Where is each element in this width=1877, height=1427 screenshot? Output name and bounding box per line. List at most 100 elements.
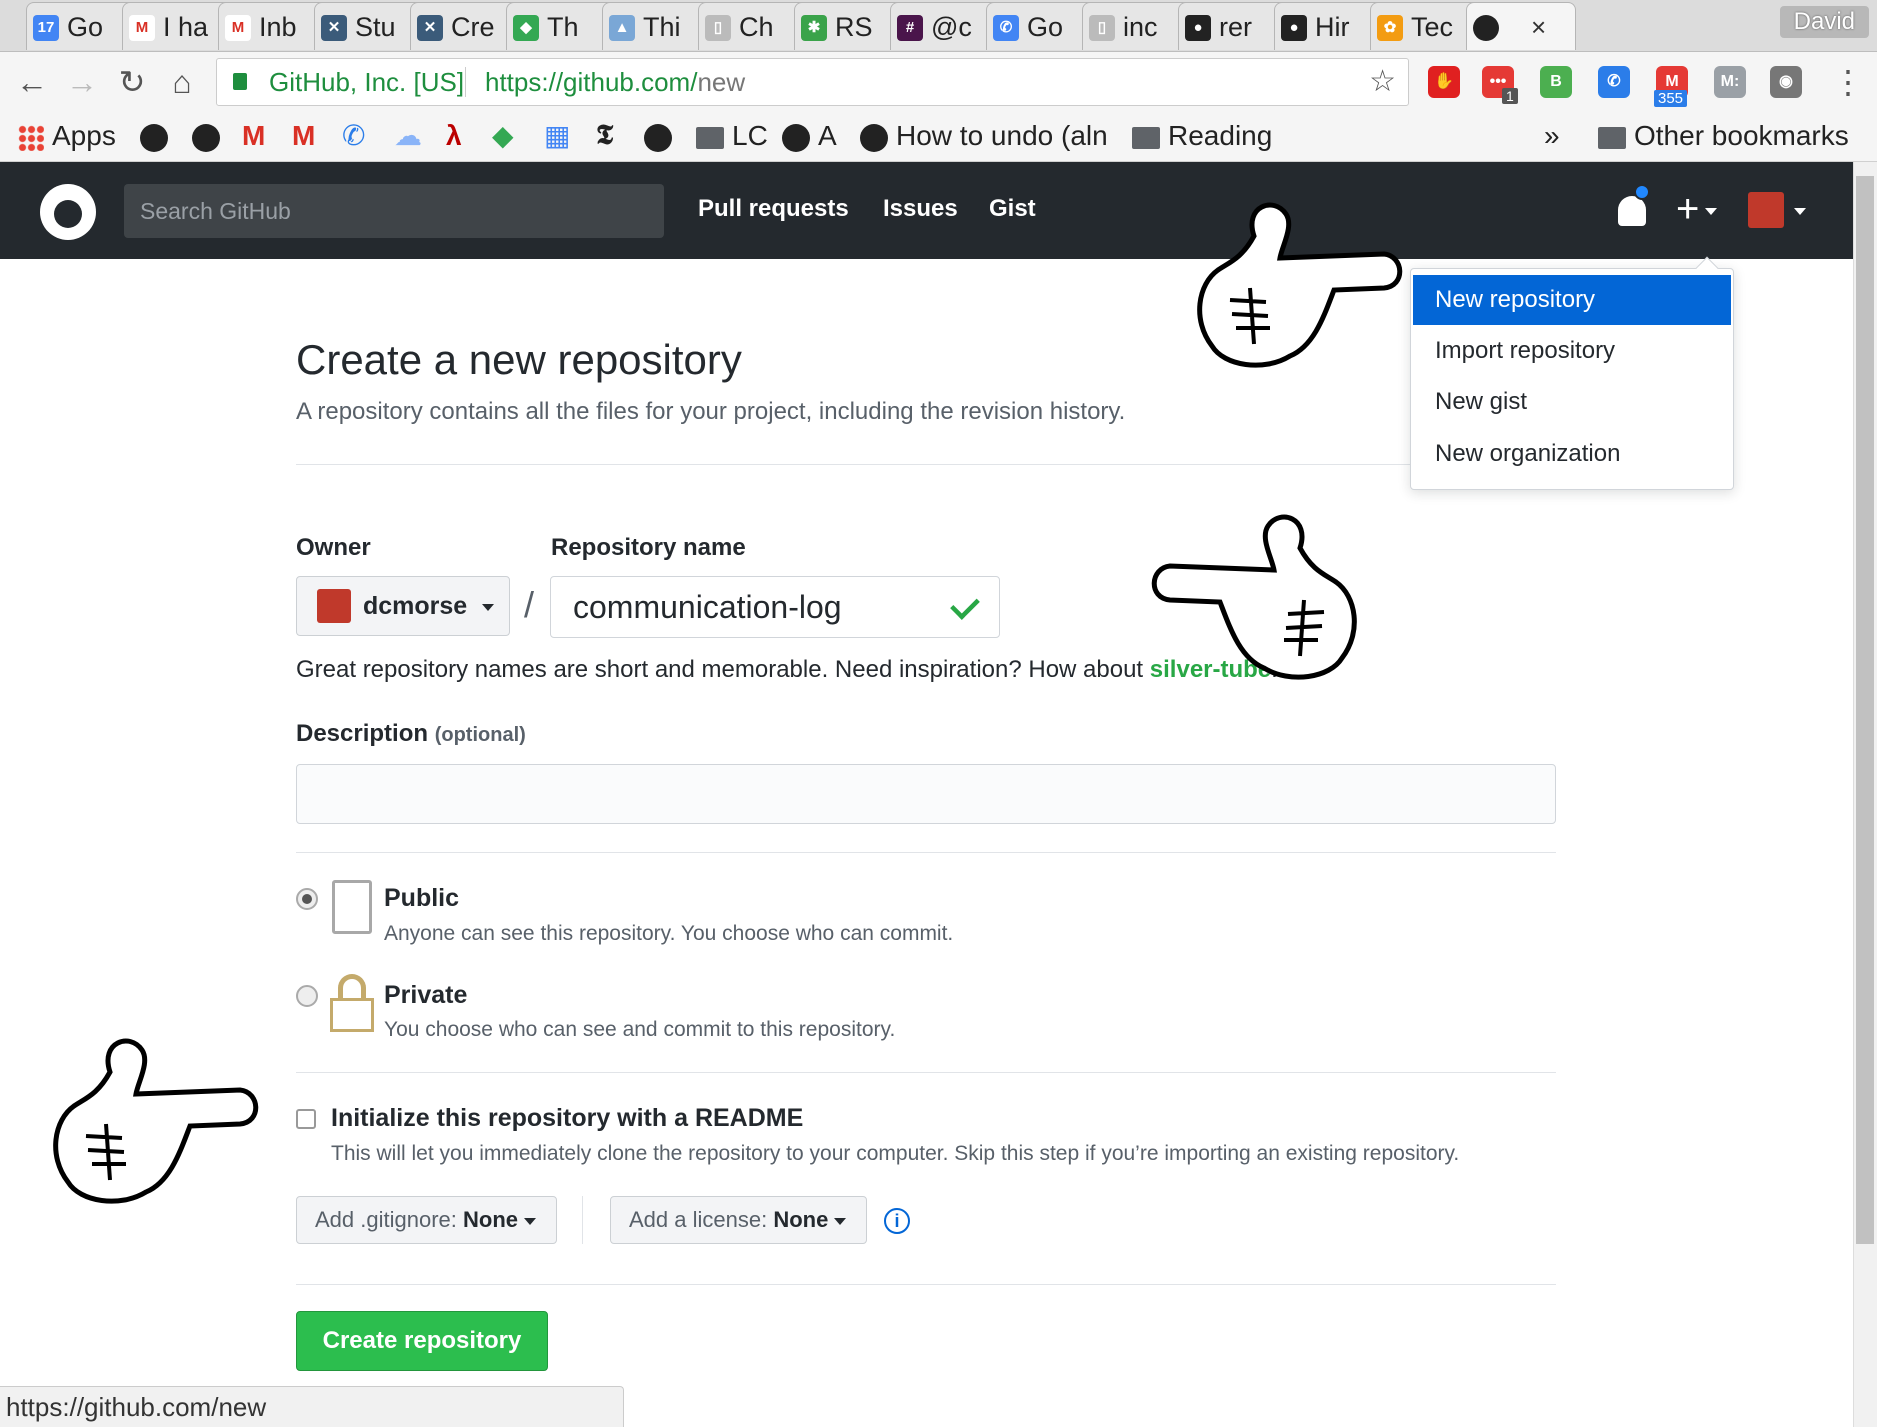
tab-title: Hir xyxy=(1315,12,1350,42)
page-title: Create a new repository xyxy=(296,336,742,383)
chevron-down-icon[interactable] xyxy=(1794,208,1806,215)
chevron-down-icon xyxy=(524,1217,537,1225)
bookmark-github-1[interactable] xyxy=(140,118,176,154)
nav-issues[interactable]: Issues xyxy=(883,195,958,223)
gitignore-select[interactable]: Add .gitignore: None xyxy=(296,1196,557,1244)
bookmark-folder-lc[interactable]: LC xyxy=(696,118,768,154)
tab-title: @c xyxy=(931,12,972,42)
bookmark-cloud[interactable]: ☁ xyxy=(394,118,422,154)
private-radio[interactable] xyxy=(296,985,318,1007)
close-tab-icon[interactable]: × xyxy=(1531,3,1546,50)
lock-icon xyxy=(330,974,374,1032)
menu-icon[interactable]: ⋮ xyxy=(1828,62,1868,102)
license-select[interactable]: Add a license: None xyxy=(610,1196,867,1244)
bookmark-maps[interactable]: ◆ xyxy=(492,118,514,154)
search-input[interactable]: Search GitHub xyxy=(124,184,664,238)
create-repository-button[interactable]: Create repository xyxy=(296,1311,548,1371)
bookmark-phone[interactable]: ✆ xyxy=(342,118,365,154)
browser-tab[interactable]: ✕ Stu xyxy=(314,2,424,50)
create-new-dropdown: New repository Import repository New gis… xyxy=(1410,256,1734,490)
scrollbar-thumb[interactable] xyxy=(1856,176,1874,1244)
tab-favicon-icon: ◆ xyxy=(513,15,539,41)
public-radio[interactable] xyxy=(296,888,318,910)
nav-pull-requests[interactable]: Pull requests xyxy=(698,195,849,223)
readme-checkbox[interactable] xyxy=(296,1109,316,1129)
unread-indicator xyxy=(1634,184,1650,200)
bookmark-gmail-2[interactable]: M xyxy=(292,118,315,154)
tab-title: Thi xyxy=(643,12,681,42)
description-label: Description (optional) xyxy=(296,720,526,747)
github-header: Search GitHub Pull requests Issues Gist … xyxy=(0,162,1853,259)
description-input[interactable] xyxy=(296,764,1556,824)
browser-tab[interactable]: ✱ RS xyxy=(794,2,904,50)
browser-tab[interactable]: ✆ Go xyxy=(986,2,1096,50)
browser-tab[interactable]: ● Hir xyxy=(1274,2,1384,50)
browser-tab[interactable]: M I ha xyxy=(122,2,232,50)
b-icon[interactable]: B xyxy=(1540,66,1572,98)
browser-tab[interactable]: 17 Go xyxy=(26,2,136,50)
info-icon[interactable]: i xyxy=(884,1208,910,1234)
browser-tab[interactable]: ◆ Th xyxy=(506,2,616,50)
bookmark-lambda[interactable]: λ xyxy=(446,118,462,154)
back-icon[interactable]: ← xyxy=(12,62,52,102)
avatar[interactable] xyxy=(1748,192,1784,228)
bookmarks-bar: Apps M M ✆ ☁ λ ◆ ▦ 𝕿 LC A How to undo (a… xyxy=(0,112,1877,162)
bookmark-github-3[interactable] xyxy=(644,118,680,154)
chevron-down-icon xyxy=(834,1217,847,1225)
tab-title: Ch xyxy=(739,12,774,42)
github-icon xyxy=(140,123,168,152)
owner-select[interactable]: dcmorse xyxy=(296,576,510,636)
tab-favicon-icon: 17 xyxy=(33,15,59,41)
divider xyxy=(296,464,1556,465)
browser-tab[interactable]: ▯ inc xyxy=(1082,2,1192,50)
adblock-icon[interactable]: ✋ xyxy=(1428,66,1460,98)
profile-button[interactable]: David xyxy=(1779,6,1869,38)
tab-favicon-icon: # xyxy=(897,15,923,41)
forward-icon[interactable]: → xyxy=(62,62,102,102)
browser-tab[interactable]: ✿ Tec xyxy=(1370,2,1480,50)
menu-item-import-repository[interactable]: Import repository xyxy=(1413,326,1731,376)
tab-title: rer xyxy=(1219,12,1252,42)
bookmark-folder-reading[interactable]: Reading xyxy=(1132,118,1272,154)
tab-title: Th xyxy=(547,12,579,42)
bookmark-star-icon[interactable]: ☆ xyxy=(1369,59,1396,105)
bookmark-nyt[interactable]: 𝕿 xyxy=(596,118,613,154)
bookmark-github-2[interactable] xyxy=(192,118,228,154)
bookmarks-overflow[interactable]: » xyxy=(1544,118,1560,154)
browser-tab[interactable]: # @c xyxy=(890,2,1000,50)
browser-tab[interactable]: ✕ Cre xyxy=(410,2,520,50)
notifications-bell-icon[interactable] xyxy=(1618,196,1646,226)
bookmark-other[interactable]: Other bookmarks xyxy=(1598,118,1849,154)
owner-value: dcmorse xyxy=(363,592,468,620)
browser-tab[interactable]: ● rer xyxy=(1178,2,1288,50)
browser-tab[interactable]: ▲ Thi xyxy=(602,2,712,50)
reload-icon[interactable]: ↻ xyxy=(112,62,152,102)
secure-lock-icon xyxy=(233,73,247,90)
camera-icon[interactable]: ◉ xyxy=(1770,66,1802,98)
github-logo-icon[interactable] xyxy=(40,184,96,240)
address-bar[interactable]: GitHub, Inc. [US] https://github.com/new… xyxy=(216,58,1409,106)
pointing-hand-icon xyxy=(1151,514,1357,680)
tab-favicon-icon: ● xyxy=(1281,15,1307,41)
repository-name-input[interactable]: communication-log xyxy=(550,576,1000,638)
private-option-desc: You choose who can see and commit to thi… xyxy=(384,1018,896,1041)
bookmark-calendar[interactable]: ▦ xyxy=(544,118,570,154)
phone-icon[interactable]: ✆ xyxy=(1598,66,1630,98)
menu-item-new-organization[interactable]: New organization xyxy=(1413,429,1731,479)
bookmark-how-to-undo[interactable]: How to undo (aln xyxy=(860,118,1108,154)
home-icon[interactable]: ⌂ xyxy=(162,62,202,102)
menu-item-new-gist[interactable]: New gist xyxy=(1413,377,1731,427)
create-new-menu[interactable]: + xyxy=(1676,184,1718,234)
browser-tab[interactable]: ▯ Ch xyxy=(698,2,808,50)
m-icon[interactable]: M: xyxy=(1714,66,1746,98)
bookmark-apps[interactable]: Apps xyxy=(18,118,116,154)
bookmark-gmail-1[interactable]: M xyxy=(242,118,265,154)
menu-item-new-repository[interactable]: New repository xyxy=(1413,275,1731,325)
tab-title: Go xyxy=(67,12,104,42)
bookmark-a[interactable]: A xyxy=(782,118,837,154)
repo-name-label: Repository name xyxy=(551,534,746,561)
browser-tab[interactable]: M Inb xyxy=(218,2,328,50)
tab-title: Stu xyxy=(355,12,396,42)
nav-gist[interactable]: Gist xyxy=(989,195,1036,223)
browser-tab-active[interactable]: × xyxy=(1466,2,1576,50)
